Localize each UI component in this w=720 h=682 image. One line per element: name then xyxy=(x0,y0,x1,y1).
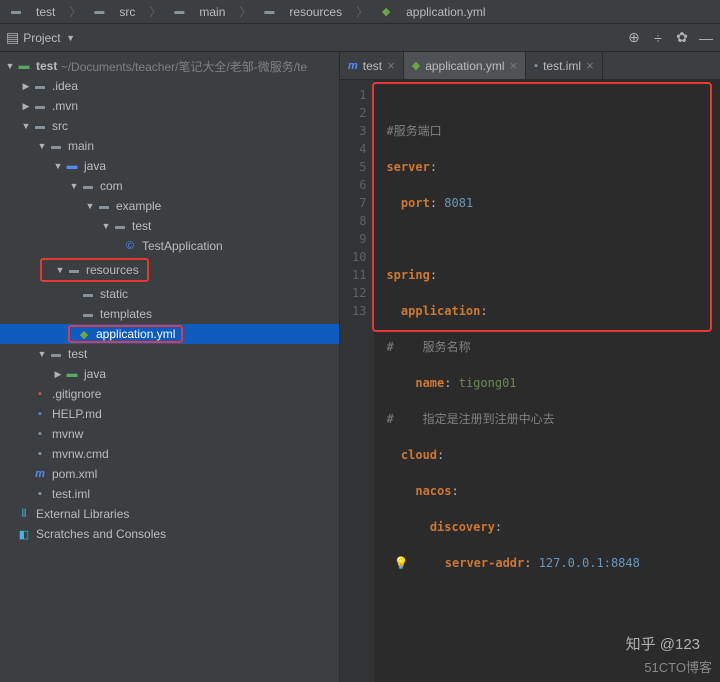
tree-item[interactable]: resources xyxy=(42,260,147,280)
maven-icon: m xyxy=(348,60,358,72)
tree-item[interactable]: ▪mvnw.cmd xyxy=(0,444,339,464)
crumb[interactable]: main xyxy=(167,5,233,19)
tree-item[interactable]: com xyxy=(0,176,339,196)
yml-icon: ◆ xyxy=(412,59,420,72)
folder-icon xyxy=(48,347,64,361)
project-label[interactable]: Project xyxy=(23,31,60,45)
tree-item[interactable]: ▬java xyxy=(0,364,339,384)
target-icon[interactable]: ⊕ xyxy=(626,30,642,46)
tab-test-iml[interactable]: ▪test.iml× xyxy=(526,52,603,79)
tree-item[interactable]: mpom.xml xyxy=(0,464,339,484)
bulb-icon[interactable]: 💡 xyxy=(394,556,409,570)
tree-root[interactable]: ▬test ~/Documents/teacher/笔记大全/老邹-微服务/te xyxy=(0,56,339,76)
tree-item[interactable]: static xyxy=(0,284,339,304)
close-icon[interactable]: × xyxy=(387,58,395,73)
close-icon[interactable]: × xyxy=(586,58,594,73)
tree-item[interactable]: example xyxy=(0,196,339,216)
module-icon: ▬ xyxy=(16,59,32,73)
crumb[interactable]: src xyxy=(87,5,143,19)
folder-icon xyxy=(80,179,96,193)
close-icon[interactable]: × xyxy=(510,58,518,73)
file-icon: ▪ xyxy=(32,487,48,501)
file-icon: ▪ xyxy=(534,60,538,72)
tree-item[interactable]: ©TestApplication xyxy=(0,236,339,256)
folder-icon: ▬ xyxy=(64,367,80,381)
tree-item[interactable]: ▪test.iml xyxy=(0,484,339,504)
maven-icon: m xyxy=(32,467,48,481)
folder-icon xyxy=(48,139,64,153)
folder-icon xyxy=(80,307,96,321)
collapse-icon[interactable]: ÷ xyxy=(650,30,666,46)
crumb[interactable]: ◆application.yml xyxy=(374,5,493,19)
folder-icon xyxy=(91,5,107,19)
folder-icon xyxy=(8,5,24,19)
folder-icon: ▬ xyxy=(64,159,80,173)
tree-item[interactable]: ▪mvnw xyxy=(0,424,339,444)
highlight-code xyxy=(372,82,712,332)
folder-icon xyxy=(112,219,128,233)
tree-item[interactable]: test xyxy=(0,344,339,364)
tree-item[interactable]: .idea xyxy=(0,76,339,96)
tab-application-yml[interactable]: ◆application.yml× xyxy=(404,52,526,79)
library-icon: ⦀ xyxy=(16,507,32,521)
file-icon: ▪ xyxy=(32,427,48,441)
project-pane-icon: ▤ xyxy=(6,29,19,46)
crumb[interactable]: resources xyxy=(257,5,350,19)
folder-icon xyxy=(171,5,187,19)
folder-icon xyxy=(80,287,96,301)
tab-test[interactable]: mtest× xyxy=(340,52,404,79)
file-icon: ▪ xyxy=(32,387,48,401)
tree-item[interactable]: ◧Scratches and Consoles xyxy=(0,524,339,544)
crumb[interactable]: test xyxy=(4,5,63,19)
folder-icon xyxy=(66,263,82,277)
class-icon: © xyxy=(122,239,138,253)
tree-item[interactable]: ⦀External Libraries xyxy=(0,504,339,524)
md-icon: ▪ xyxy=(32,407,48,421)
tree-item[interactable]: templates xyxy=(0,304,339,324)
tree-item[interactable]: ▪HELP.md xyxy=(0,404,339,424)
line-gutter: 12345678910111213 xyxy=(340,80,374,682)
editor-tabs: mtest× ◆application.yml× ▪test.iml× xyxy=(340,52,720,80)
gear-icon[interactable]: ✿ xyxy=(674,30,690,46)
file-icon: ▪ xyxy=(32,447,48,461)
scratch-icon: ◧ xyxy=(16,527,32,541)
folder-icon xyxy=(32,119,48,133)
yml-icon: ◆ xyxy=(378,5,394,19)
project-toolbar: ▤ Project ▼ ⊕ ÷ ✿ — xyxy=(0,24,720,52)
dropdown-icon[interactable]: ▼ xyxy=(65,33,77,43)
code-content[interactable]: #服务端口 server: port: 8081 spring: applica… xyxy=(374,80,720,682)
highlight-resources: resources xyxy=(40,258,149,282)
tree-item[interactable]: ▪.gitignore xyxy=(0,384,339,404)
yml-icon: ◆ xyxy=(76,327,92,341)
folder-icon xyxy=(96,199,112,213)
folder-icon xyxy=(261,5,277,19)
hide-icon[interactable]: — xyxy=(698,30,714,46)
breadcrumb: test〉 src〉 main〉 resources〉 ◆application… xyxy=(0,0,720,24)
tree-item[interactable]: ▬java xyxy=(0,156,339,176)
tree-item[interactable]: test xyxy=(0,216,339,236)
tree-item[interactable]: .mvn xyxy=(0,96,339,116)
folder-icon xyxy=(32,99,48,113)
project-tree[interactable]: ▬test ~/Documents/teacher/笔记大全/老邹-微服务/te… xyxy=(0,52,340,682)
tree-item[interactable]: src xyxy=(0,116,339,136)
tree-item-selected[interactable]: ◆application.yml xyxy=(0,324,339,344)
code-editor[interactable]: 12345678910111213 #服务端口 server: port: 80… xyxy=(340,80,720,682)
folder-icon xyxy=(32,79,48,93)
tree-item[interactable]: main xyxy=(0,136,339,156)
